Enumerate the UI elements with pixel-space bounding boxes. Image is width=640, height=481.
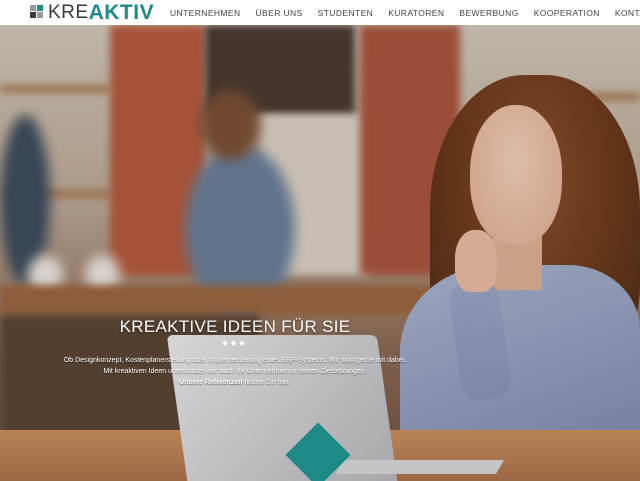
nav-item-kuratoren[interactable]: KURATOREN (388, 8, 444, 18)
nav-item-bewerbung[interactable]: BEWERBUNG (459, 8, 518, 18)
diamond-divider-icon: ◆◆◆ (222, 340, 248, 347)
nav-item-kontakt[interactable]: KONTAKT (615, 8, 640, 18)
nav-item-kooperation[interactable]: KOOPERATION (534, 8, 600, 18)
logo-text-prefix: KRE (48, 2, 89, 23)
main-nav: UNTERNEHMEN ÜBER UNS STUDENTEN KURATOREN… (170, 0, 640, 25)
page: KRE AKTIV UNTERNEHMEN ÜBER UNS STUDENTEN… (0, 0, 640, 481)
nav-item-unternehmen[interactable]: UNTERNEHMEN (170, 8, 241, 18)
hero-text-line-3: Unsere Referenzen finden Sie hier. (0, 377, 470, 388)
logo-text-suffix: AKTIV (88, 1, 155, 24)
hero-text-line-1: Ob Designkonzept, Kostenplanerstellung o… (63, 357, 407, 364)
site-header: KRE AKTIV UNTERNEHMEN ÜBER UNS STUDENTEN… (0, 0, 640, 25)
references-link[interactable]: Unsere Referenzen (179, 379, 242, 386)
logo-mark-icon (30, 4, 45, 21)
nav-item-studenten[interactable]: STUDENTEN (318, 8, 374, 18)
hero-title: KREAKTIVE IDEEN FÜR SIE (119, 317, 351, 336)
logo[interactable]: KRE AKTIV (30, 2, 154, 23)
hero-description: Ob Designkonzept, Kostenplanerstellung o… (0, 355, 470, 388)
nav-item-ueber-uns[interactable]: ÜBER UNS (256, 8, 303, 18)
hero-text-line-2: Mit kreaktiven Ideen unterstützen wir au… (103, 368, 367, 375)
hero-overlay (0, 25, 640, 481)
hero-section (0, 25, 640, 481)
hero-text-line-3-rest: finden Sie hier. (242, 379, 291, 386)
